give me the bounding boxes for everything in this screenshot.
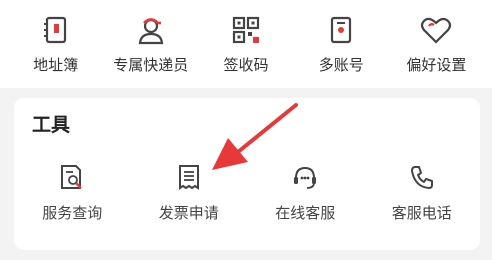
tool-invoice-request[interactable]: 发票申请 [134,162,244,242]
shortcut-courier[interactable]: 专属快递员 [103,0,198,88]
shortcut-label: 专属快递员 [113,56,189,74]
headset-icon [290,162,320,192]
tool-label: 发票申请 [158,204,219,222]
shortcut-label: 多账号 [318,56,364,74]
tools-card: 工具 服务查询 发票申请 在线客服 客服电话 [14,98,480,250]
shortcut-label: 签收码 [223,56,269,74]
shortcut-label: 地址簿 [33,56,79,74]
heart-settings-icon [418,12,454,48]
tool-online-support[interactable]: 在线客服 [250,162,360,242]
invoice-icon [174,162,204,192]
tool-label: 在线客服 [275,204,336,222]
courier-icon [133,12,169,48]
phone-icon [407,162,437,192]
tool-service-query[interactable]: 服务查询 [17,162,127,242]
shortcut-address-book[interactable]: 地址簿 [8,0,103,88]
tools-section-title: 工具 [32,114,71,136]
shortcut-bar: 地址簿 专属快递员 签收码 多账号 偏好设置 [0,0,492,88]
tool-support-phone[interactable]: 客服电话 [367,162,477,242]
tool-label: 服务查询 [42,204,103,222]
multi-account-icon [323,12,359,48]
document-search-icon [57,162,87,192]
tool-label: 客服电话 [391,204,452,222]
shortcut-preferences[interactable]: 偏好设置 [389,0,484,88]
address-book-icon [38,12,74,48]
shortcut-multi-account[interactable]: 多账号 [294,0,389,88]
shortcut-sign-code[interactable]: 签收码 [198,0,293,88]
qr-code-icon [228,12,264,48]
shortcut-label: 偏好设置 [406,56,467,74]
tools-grid: 服务查询 发票申请 在线客服 客服电话 [14,162,480,242]
